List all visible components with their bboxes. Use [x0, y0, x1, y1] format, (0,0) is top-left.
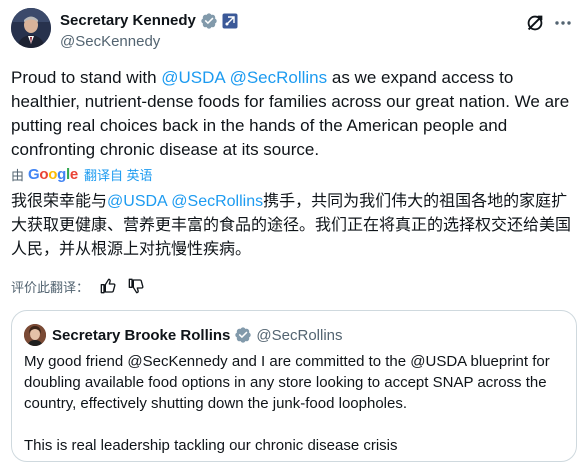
- author-avatar[interactable]: [11, 8, 51, 48]
- quoted-author-line: Secretary Brooke Rollins @SecRollins: [52, 325, 343, 345]
- quoted-author-name[interactable]: Secretary Brooke Rollins: [52, 327, 230, 344]
- quoted-post[interactable]: Secretary Brooke Rollins @SecRollins My …: [11, 310, 577, 462]
- quoted-paragraph-1: My good friend @SecKennedy and I are com…: [24, 353, 550, 412]
- thumbs-up-icon[interactable]: [99, 277, 117, 295]
- text-segment: Proud to stand with: [11, 68, 162, 87]
- post-text: Proud to stand with @USDA @SecRollins as…: [11, 66, 571, 162]
- grok-icon[interactable]: [524, 12, 546, 34]
- post-header: Secretary Kennedy @SecKennedy: [11, 8, 576, 54]
- quoted-paragraph-2: This is real leadership tackling our chr…: [24, 437, 398, 454]
- mention-link[interactable]: @USDA: [107, 193, 167, 210]
- translation-bar: 由 Google 翻译自 英语: [11, 164, 153, 184]
- quoted-post-text: My good friend @SecKennedy and I are com…: [24, 351, 569, 456]
- mention-link[interactable]: @SecRollins: [171, 193, 263, 210]
- google-logo: Google: [28, 165, 78, 183]
- mention-link[interactable]: @USDA: [161, 68, 225, 87]
- mention-link[interactable]: @SecRollins: [230, 68, 328, 87]
- text-segment: 我很荣幸能与: [11, 193, 108, 210]
- rate-translation-label: 评价此翻译：: [11, 279, 90, 295]
- translated-text: 我很荣幸能与@USDA @SecRollins携手，共同为我们伟大的祖国各地的家…: [11, 190, 571, 262]
- government-badge-icon: [222, 13, 238, 29]
- quoted-author-avatar[interactable]: [24, 324, 46, 346]
- author-line: Secretary Kennedy: [60, 10, 238, 32]
- verified-check-icon: [234, 326, 252, 344]
- translate-source-link[interactable]: 翻译自 英语: [84, 165, 153, 184]
- author-name[interactable]: Secretary Kennedy: [60, 11, 196, 31]
- more-options-icon[interactable]: [552, 12, 574, 34]
- verified-check-icon: [200, 12, 218, 30]
- author-handle[interactable]: @SecKennedy: [60, 32, 160, 52]
- translated-by-label: 由: [11, 167, 25, 183]
- quoted-author-handle: @SecRollins: [256, 326, 343, 344]
- rate-translation-row: 评价此翻译：: [11, 277, 145, 295]
- thumbs-down-icon[interactable]: [127, 277, 145, 295]
